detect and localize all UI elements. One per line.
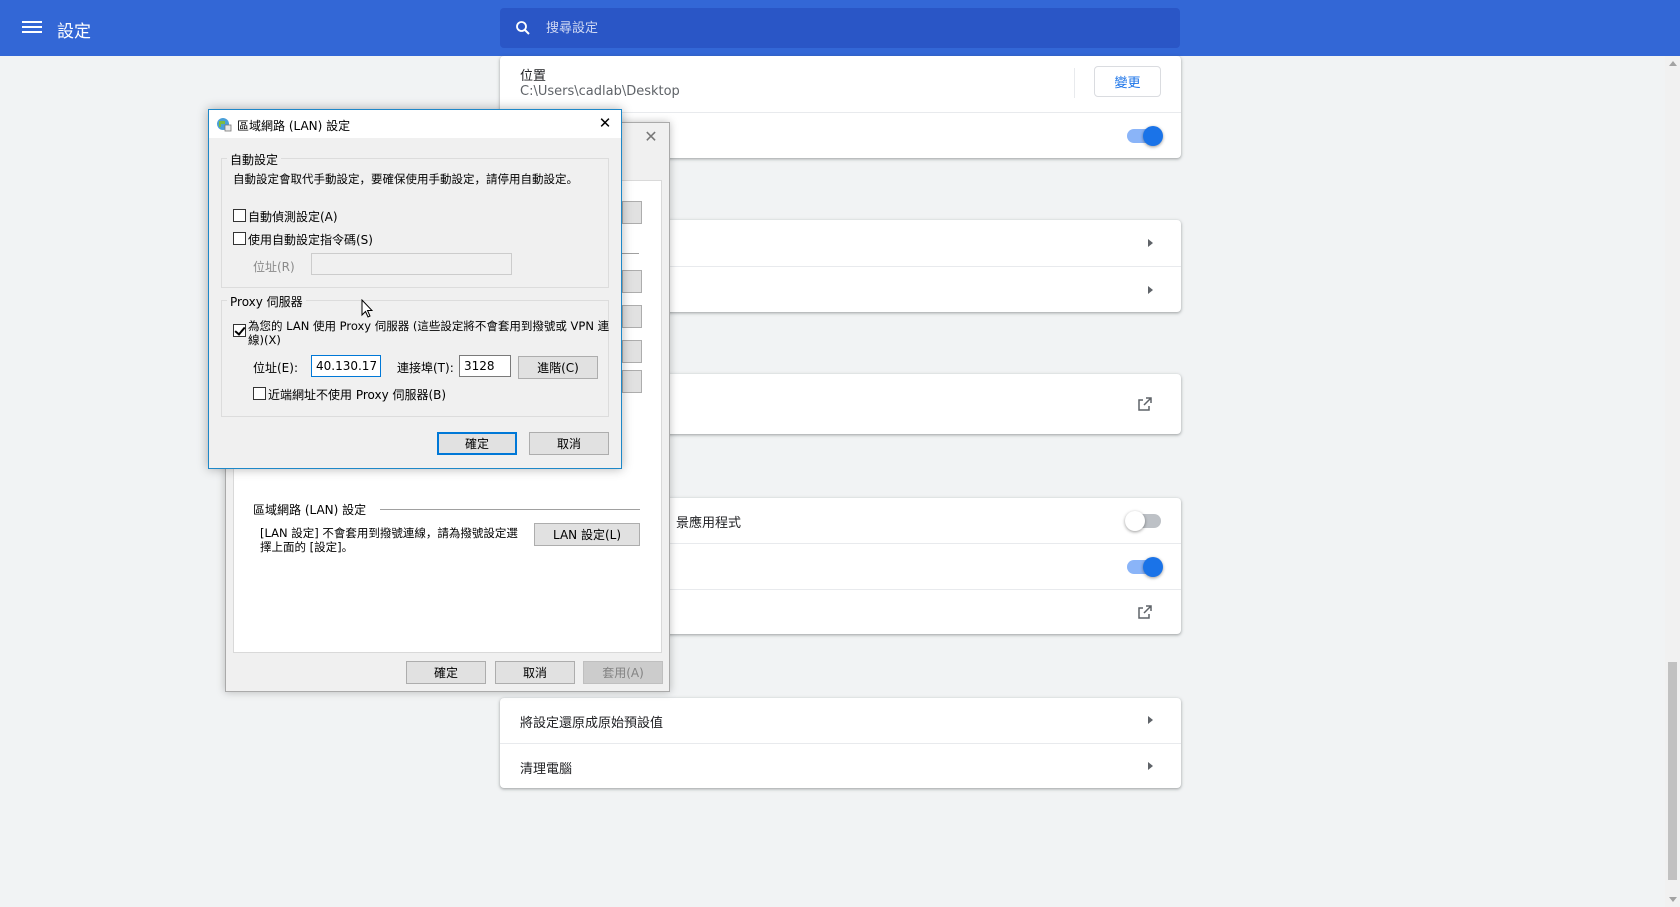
- search-box[interactable]: [500, 8, 1180, 48]
- search-icon: [516, 21, 530, 35]
- lan-settings-dialog: 區域網路 (LAN) 設定 ✕ 自動設定 自動設定會取代手動設定，要確保使用手動…: [208, 109, 622, 469]
- use-script-label[interactable]: 使用自動設定指令碼(S): [248, 231, 373, 248]
- cleanup-label: 清理電腦: [520, 762, 573, 777]
- chevron-right-icon: [1148, 239, 1153, 247]
- advanced-button[interactable]: 進階(C): [518, 356, 598, 379]
- use-script-checkbox[interactable]: [233, 232, 246, 245]
- proxy-address-input[interactable]: [311, 355, 381, 377]
- chevron-right-icon: [1148, 286, 1153, 294]
- lan-ok-button[interactable]: 確定: [437, 432, 517, 455]
- download-location-value: C:\Users\cadlab\Desktop: [520, 84, 680, 99]
- chevron-right-icon: [1148, 716, 1153, 724]
- lan-cancel-button[interactable]: 取消: [529, 432, 609, 455]
- settings-header: 設定: [0, 0, 1680, 56]
- ask-save-toggle[interactable]: [1127, 126, 1163, 146]
- hidden-button[interactable]: [622, 340, 642, 363]
- page-title: 設定: [57, 22, 91, 42]
- hidden-button[interactable]: [622, 370, 642, 393]
- use-proxy-checkbox[interactable]: [233, 324, 246, 337]
- proxy-address-label: 位址(E):: [253, 361, 298, 375]
- auto-config-group-title: 自動設定: [227, 151, 282, 168]
- external-link-icon: [1138, 397, 1152, 411]
- lan-section-title: 區域網路 (LAN) 設定: [253, 503, 367, 517]
- reset-card: 將設定還原成原始預設值 清理電腦: [500, 698, 1181, 788]
- auto-detect-checkbox[interactable]: [233, 209, 246, 222]
- lan-note: [LAN 設定] 不會套用到撥號連線，請為撥號設定選擇上面的 [設定]。: [260, 526, 518, 554]
- change-location-button[interactable]: 變更: [1094, 66, 1161, 97]
- script-address-label: 位址(R): [253, 260, 295, 274]
- reset-settings-row[interactable]: 將設定還原成原始預設值: [500, 698, 1181, 743]
- background-apps-toggle[interactable]: [1125, 511, 1161, 531]
- use-proxy-label-line2[interactable]: 線)(X): [248, 332, 281, 348]
- background-apps-label: 景應用程式: [676, 516, 742, 531]
- hidden-button[interactable]: [622, 270, 642, 293]
- apply-button: 套用(A): [583, 661, 663, 684]
- lan-section-divider: [380, 509, 640, 510]
- proxy-port-label: 連接埠(T):: [397, 361, 454, 375]
- close-icon[interactable]: ✕: [643, 129, 659, 145]
- hidden-button[interactable]: [622, 201, 642, 224]
- bypass-local-label[interactable]: 近端網址不使用 Proxy 伺服器(B): [268, 386, 446, 403]
- cancel-button[interactable]: 取消: [495, 661, 575, 684]
- hamburger-menu-icon[interactable]: [22, 18, 42, 38]
- scroll-up-arrow-icon[interactable]: [1669, 61, 1677, 66]
- close-icon[interactable]: ✕: [597, 115, 613, 131]
- auto-detect-label[interactable]: 自動偵測設定(A): [248, 208, 338, 225]
- script-address-input: [311, 253, 512, 275]
- proxy-port-input[interactable]: [459, 355, 511, 377]
- scroll-thumb[interactable]: [1668, 662, 1677, 880]
- reset-settings-label: 將設定還原成原始預設值: [520, 716, 664, 731]
- ok-button[interactable]: 確定: [406, 661, 486, 684]
- dialog-titlebar: 區域網路 (LAN) 設定 ✕: [209, 110, 621, 138]
- bypass-local-checkbox[interactable]: [253, 387, 266, 400]
- scroll-down-arrow-icon[interactable]: [1669, 897, 1677, 902]
- download-location-label: 位置: [520, 69, 547, 84]
- proxy-server-group-title: Proxy 伺服器: [227, 293, 306, 310]
- search-input[interactable]: [546, 8, 1156, 48]
- dialog-title: 區域網路 (LAN) 設定: [237, 119, 351, 133]
- hidden-button[interactable]: [622, 305, 642, 328]
- chevron-right-icon: [1148, 762, 1153, 770]
- use-proxy-label-line1[interactable]: 為您的 LAN 使用 Proxy 伺服器 (這些設定將不會套用到撥號或 VPN …: [248, 318, 609, 334]
- internet-globe-icon: [217, 118, 232, 132]
- hardware-acceleration-toggle[interactable]: [1127, 557, 1163, 577]
- external-link-icon: [1138, 605, 1152, 619]
- download-location-row: 位置 C:\Users\cadlab\Desktop 變更: [500, 56, 1181, 112]
- divider: [619, 253, 639, 254]
- vertical-divider: [1074, 68, 1075, 98]
- cleanup-row[interactable]: 清理電腦: [500, 743, 1181, 788]
- mouse-cursor-icon: [361, 299, 373, 318]
- lan-settings-button[interactable]: LAN 設定(L): [534, 523, 640, 546]
- page-scrollbar[interactable]: [1665, 56, 1680, 907]
- auto-config-note: 自動設定會取代手動設定，要確保使用手動設定，請停用自動設定。: [233, 172, 578, 186]
